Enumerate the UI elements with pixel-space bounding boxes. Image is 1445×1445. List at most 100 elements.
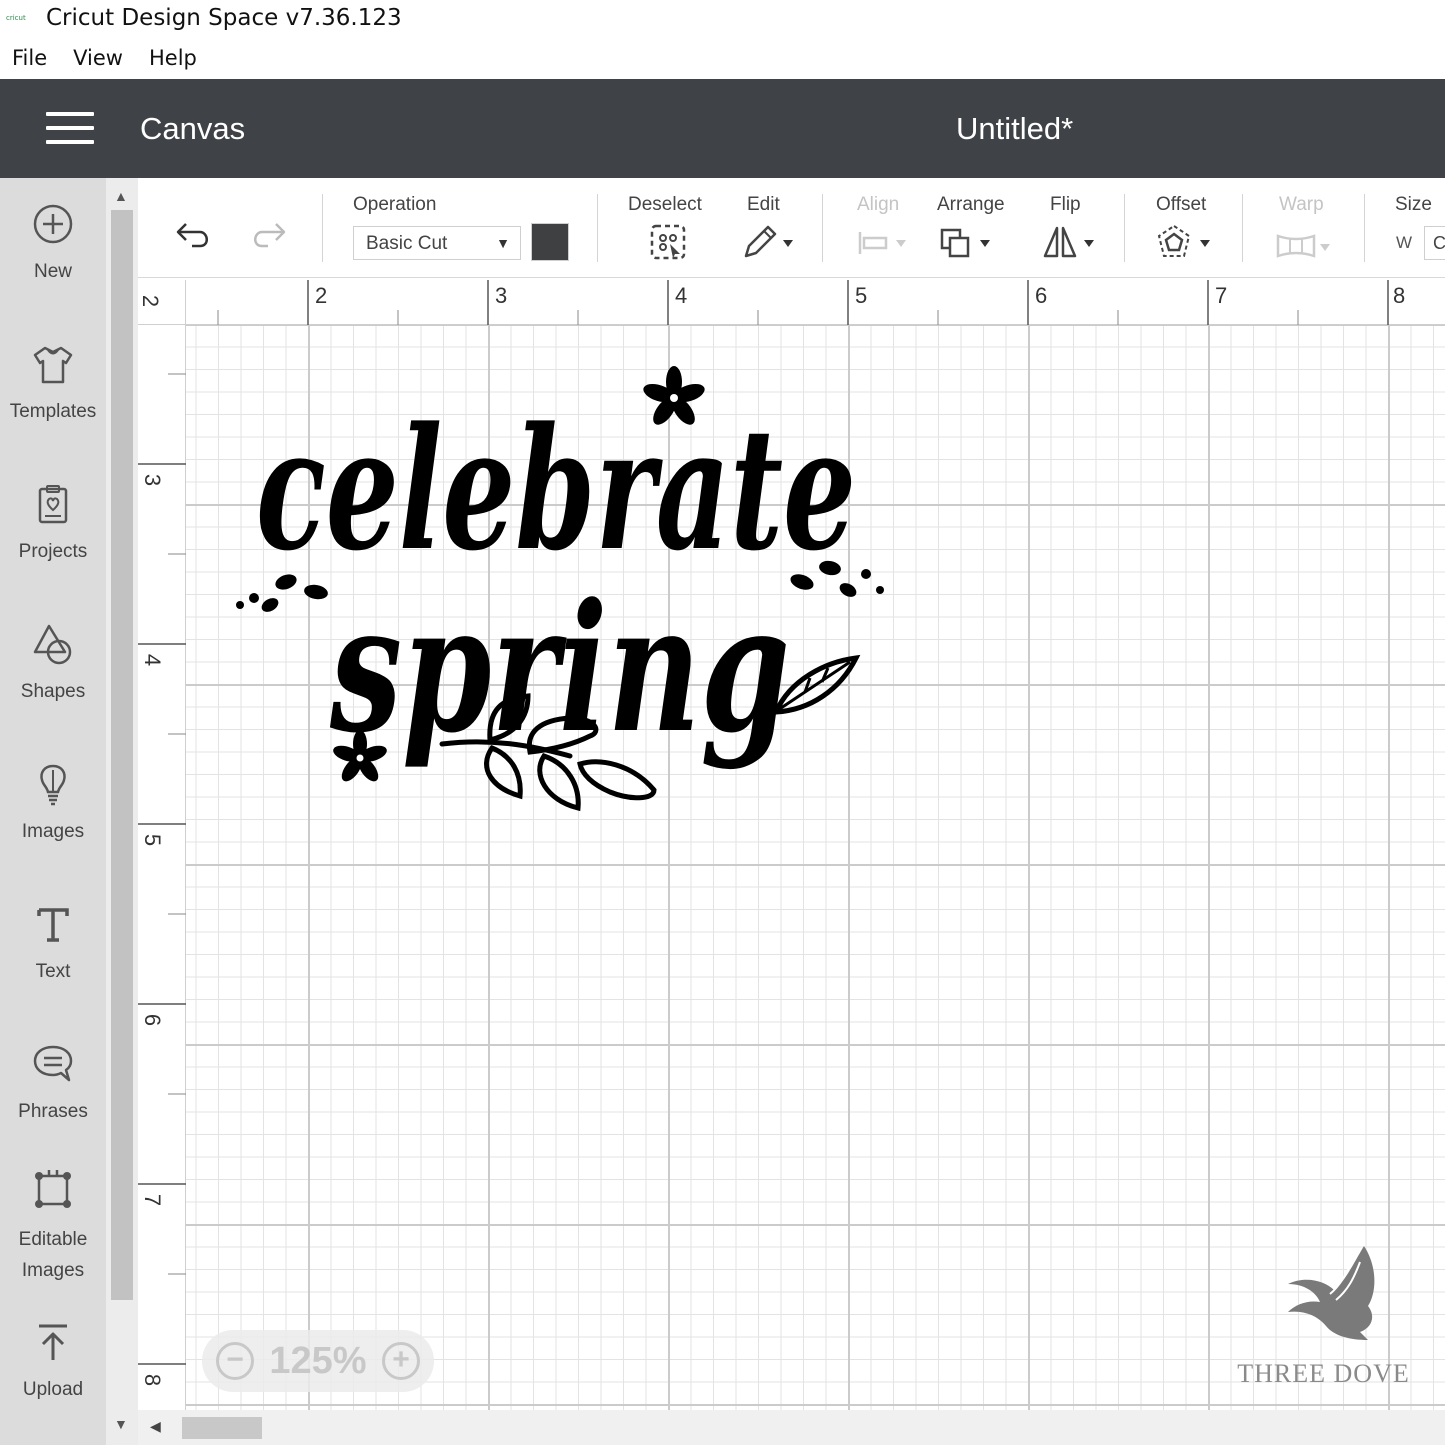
align-icon — [858, 232, 906, 254]
toolbar-divider — [1124, 194, 1125, 262]
sidebar-item-label: Templates — [9, 401, 97, 422]
menu-file[interactable]: File — [12, 46, 47, 70]
deselect-label: Deselect — [628, 194, 702, 215]
hamburger-menu-icon[interactable] — [46, 112, 94, 144]
ruler-top: 2 3 4 5 6 7 8 — [186, 280, 1445, 325]
ruler-left: 3 4 5 6 7 8 — [138, 325, 186, 1410]
offset-icon[interactable] — [1156, 222, 1216, 262]
toolbar-divider — [1364, 194, 1365, 262]
left-sidebar: New Templates Projects Shapes Images Tex… — [0, 178, 106, 1445]
sidebar-item-editable-images[interactable]: Editable Images — [0, 1166, 106, 1286]
shapes-icon — [33, 624, 72, 665]
sidebar-item-label: Projects — [18, 541, 88, 562]
text-icon — [37, 908, 69, 942]
canvas-toolbar: Operation Basic Cut ▼ Deselect Edit Alig… — [138, 178, 1445, 278]
horizontal-scroll-thumb[interactable] — [182, 1417, 262, 1439]
plus-circle-icon — [33, 204, 73, 244]
lightbulb-icon — [40, 764, 66, 806]
zoom-control: − 125% + — [202, 1330, 434, 1392]
align-label: Align — [857, 194, 900, 215]
edit-label: Edit — [747, 194, 780, 215]
ruler-left-label: 6 — [140, 1013, 166, 1027]
operation-color-swatch[interactable] — [531, 223, 569, 261]
ruler-left-label: 2 — [138, 294, 164, 308]
operation-value: Basic Cut — [366, 233, 448, 254]
zoom-level: 125% — [269, 1339, 367, 1382]
tshirt-icon — [33, 346, 73, 384]
title-bar: cricut Cricut Design Space v7.36.123 — [0, 0, 1445, 36]
undo-icon[interactable] — [172, 216, 216, 252]
ruler-left-label: 3 — [140, 473, 166, 487]
sidebar-item-label: Shapes — [20, 681, 86, 702]
ruler-top-label: 7 — [1215, 283, 1228, 308]
dove-logo-icon — [1287, 1246, 1374, 1340]
design-text-spring: spring — [329, 565, 790, 772]
section-title: Canvas — [140, 111, 246, 146]
toolbar-divider — [322, 194, 323, 262]
clipboard-icon — [38, 485, 68, 524]
chevron-down-icon: ▼ — [496, 235, 510, 251]
toolbar-divider — [597, 194, 598, 262]
canvas-horizontal-scrollbar[interactable]: ◀ — [138, 1410, 1445, 1445]
speech-bubble-icon — [33, 1045, 73, 1082]
ruler-top-label: 8 — [1393, 283, 1406, 308]
warp-label: Warp — [1279, 194, 1324, 215]
cricut-design-space-window: cricut Cricut Design Space v7.36.123 Fil… — [0, 0, 1445, 1445]
scroll-up-arrow-icon[interactable]: ▲ — [114, 188, 128, 204]
ruler-left-label: 5 — [140, 833, 166, 847]
zoom-out-button[interactable]: − — [216, 1342, 254, 1380]
ruler-top-label: 4 — [675, 283, 688, 308]
three-dove-watermark: THREE DOVE — [1236, 1240, 1411, 1389]
scroll-down-arrow-icon[interactable]: ▼ — [114, 1416, 128, 1432]
arrange-icon[interactable] — [938, 222, 998, 262]
flip-icon[interactable] — [1042, 222, 1102, 262]
cricut-logo-icon: cricut — [6, 14, 26, 22]
ruler-left-label: 7 — [140, 1193, 166, 1207]
zoom-in-button[interactable]: + — [381, 1342, 420, 1380]
sidebar-item-label: Text — [35, 961, 71, 982]
warp-icon — [1276, 234, 1330, 258]
sidebar-item-label: Upload — [22, 1379, 84, 1400]
sidebar-item-phrases[interactable]: Phrases — [0, 1042, 106, 1127]
sidebar-scrollbar[interactable]: ▲ ▼ — [106, 178, 138, 1445]
sidebar-item-projects[interactable]: Projects — [0, 482, 106, 567]
sidebar-item-label: Phrases — [18, 1101, 88, 1122]
toolbar-divider — [1242, 194, 1243, 262]
redo-icon[interactable] — [246, 216, 290, 252]
sidebar-item-label: Images — [21, 821, 85, 842]
ruler-left-label: 8 — [140, 1373, 166, 1387]
watermark-text: THREE DOVE — [1237, 1359, 1410, 1388]
sidebar-item-label: New — [33, 261, 72, 282]
ruler-top-label: 5 — [855, 283, 868, 308]
menu-help[interactable]: Help — [149, 46, 197, 70]
window-title: Cricut Design Space v7.36.123 — [46, 5, 402, 31]
ruler-corner: 2 — [138, 280, 186, 325]
deselect-button[interactable] — [648, 222, 688, 262]
edit-pencil-icon[interactable] — [740, 222, 800, 262]
document-title[interactable]: Untitled* — [956, 111, 1073, 147]
menu-bar: File View Help — [0, 38, 1445, 78]
sidebar-item-new[interactable]: New — [0, 202, 106, 287]
sidebar-item-shapes[interactable]: Shapes — [0, 622, 106, 707]
sidebar-item-images[interactable]: Images — [0, 762, 106, 847]
sidebar-item-upload[interactable]: Upload — [0, 1320, 106, 1405]
operation-select[interactable]: Basic Cut ▼ — [353, 226, 521, 260]
scroll-left-arrow-icon[interactable]: ◀ — [150, 1418, 161, 1435]
sidebar-scroll-thumb[interactable] — [111, 210, 133, 1300]
sidebar-item-templates[interactable]: Templates — [0, 342, 106, 427]
ruler-top-label: 2 — [315, 283, 328, 308]
operation-label: Operation — [353, 194, 437, 215]
sidebar-item-text[interactable]: Text — [0, 902, 106, 987]
size-label: Size — [1395, 194, 1432, 215]
size-width-input[interactable]: C — [1424, 226, 1445, 260]
menu-view[interactable]: View — [73, 46, 123, 70]
celebrate-spring-design[interactable]: celebrate spring — [230, 360, 900, 830]
upload-icon — [39, 1324, 67, 1360]
arrange-label: Arrange — [937, 194, 1005, 215]
sidebar-item-label: Editable Images — [18, 1229, 88, 1281]
ruler-top-ticks — [217, 280, 1389, 325]
design-text-celebrate: celebrate — [256, 390, 856, 588]
toolbar-divider — [822, 194, 823, 262]
size-width-label: W — [1396, 233, 1413, 252]
flip-label: Flip — [1050, 194, 1081, 215]
